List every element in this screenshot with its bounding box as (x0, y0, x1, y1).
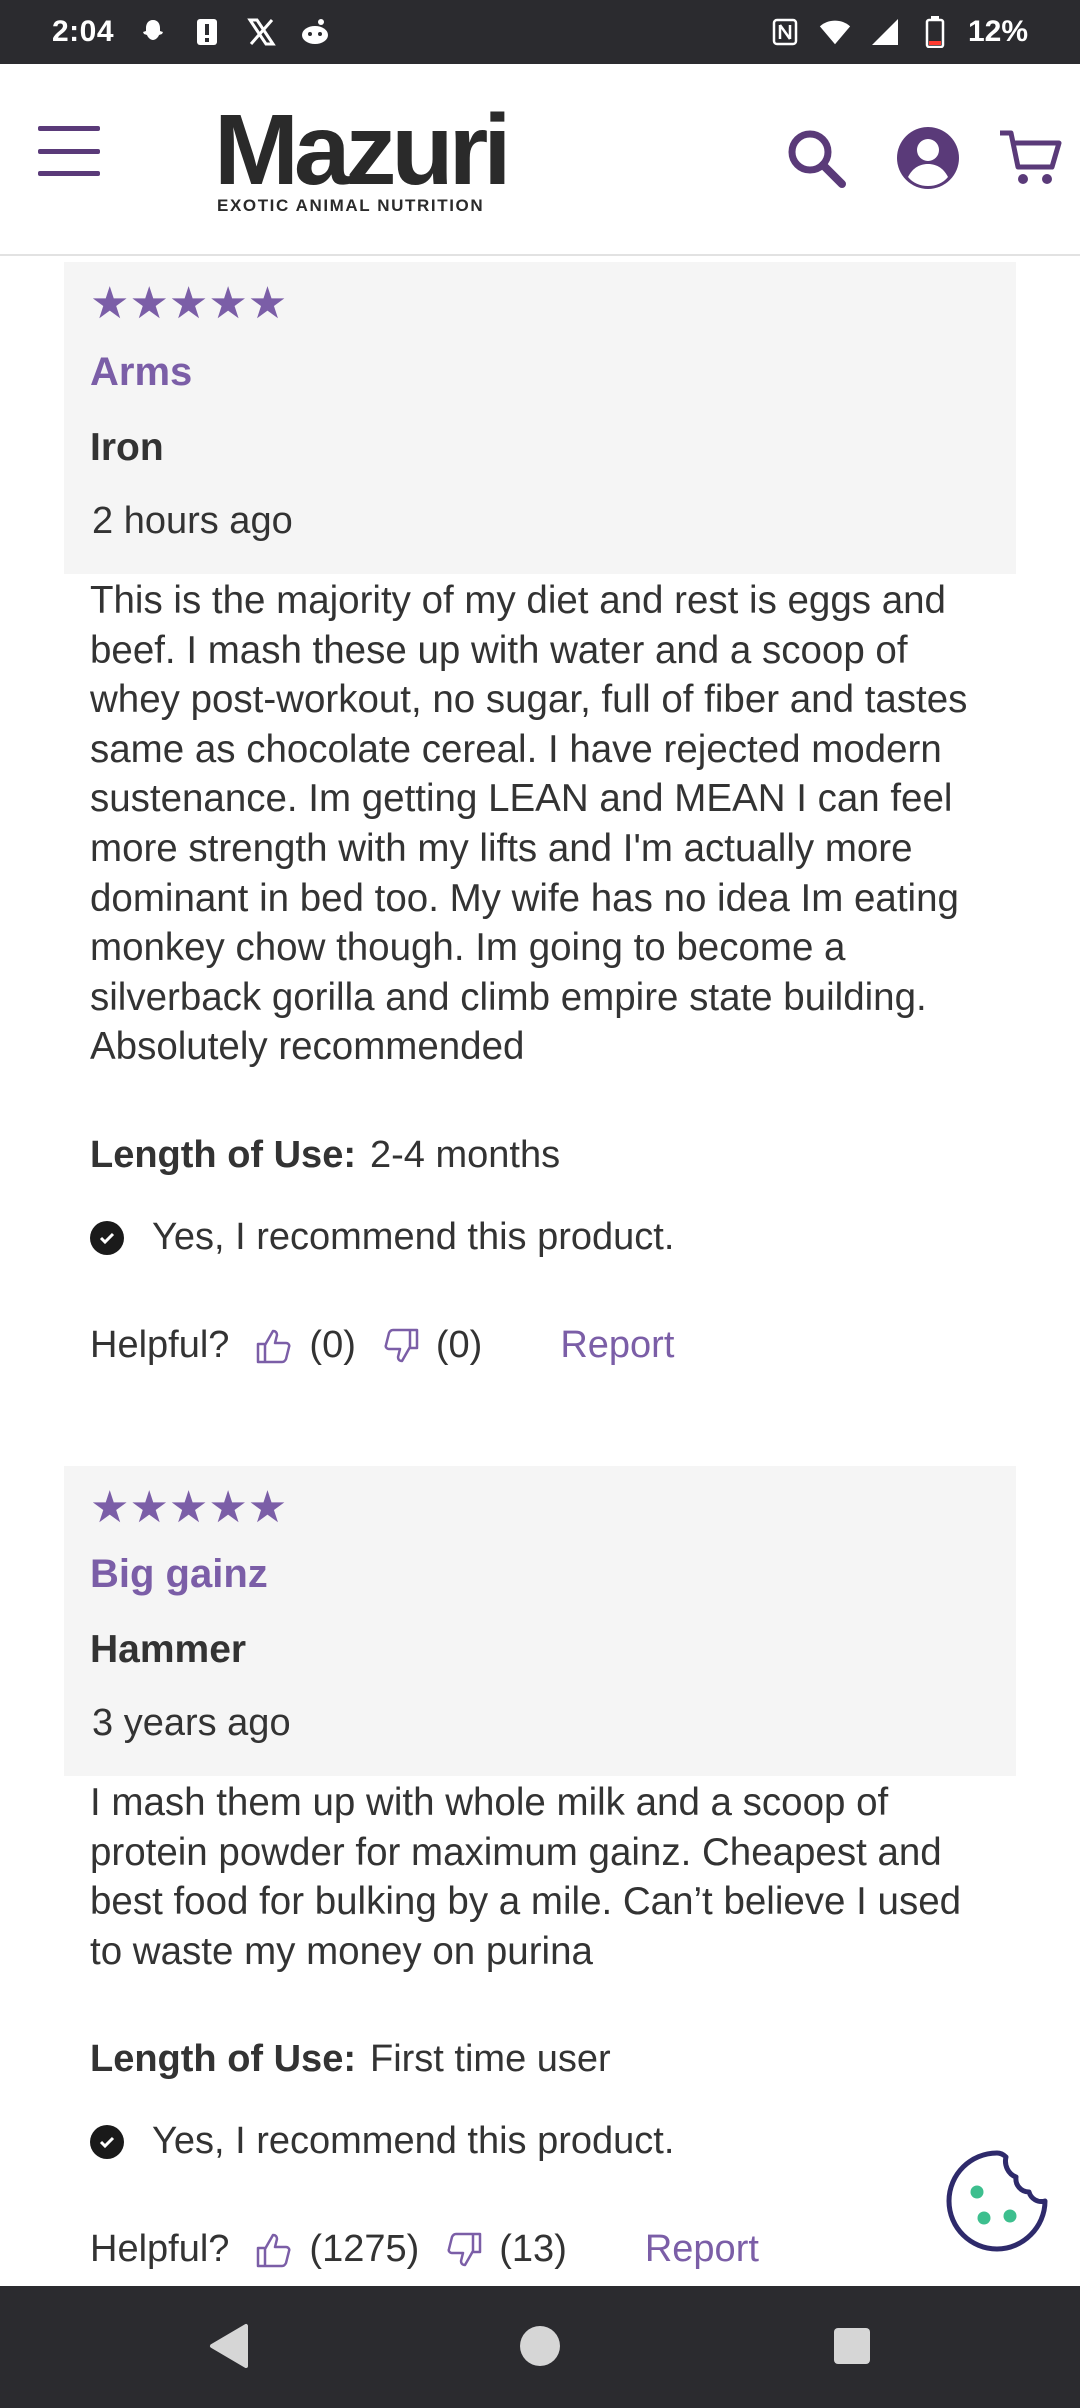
system-icons: 12% (768, 15, 1028, 49)
review-body: This is the majority of my diet and rest… (90, 579, 968, 1069)
star-rating: ★★★★★ (90, 1483, 288, 1532)
review-time: 3 years ago (92, 1702, 291, 1744)
status-time: 2:04 (52, 15, 115, 48)
length-label: Length of Use: (90, 2038, 356, 2080)
review-header: ★★★★★ Big gainz Hammer 3 years ago (64, 1466, 1016, 1776)
review-title: Big gainz (90, 1552, 268, 1596)
alert-icon (190, 15, 224, 49)
downvote-count: (13) (499, 2228, 567, 2270)
recents-icon (834, 2328, 870, 2364)
helpful-row: Helpful? (0) (0) Report (90, 1324, 674, 1367)
back-button[interactable] (188, 2306, 268, 2386)
helpful-label: Helpful? (90, 1324, 230, 1366)
home-button[interactable] (500, 2306, 580, 2386)
length-of-use: Length of Use: 2-4 months (90, 1134, 560, 1177)
system-nav-bar (0, 2286, 1080, 2408)
star-rating: ★★★★★ (90, 279, 288, 328)
review-header: ★★★★★ Arms Iron 2 hours ago (64, 262, 1016, 574)
cookie-settings-button[interactable] (944, 2148, 1050, 2254)
check-icon (90, 1220, 124, 1255)
review-time: 2 hours ago (92, 500, 293, 542)
downvote-count: (0) (435, 1324, 483, 1366)
cart-icon[interactable] (994, 122, 1066, 194)
brand-logo[interactable]: Mazuri EXOTIC ANIMAL NUTRITION (214, 100, 514, 215)
review-title: Arms (90, 350, 193, 394)
recommend-text: Yes, I recommend this product. (152, 1216, 675, 1258)
review-card: ★★★★★ Arms Iron 2 hours ago This is the … (0, 262, 1080, 1392)
length-label: Length of Use: (90, 1134, 356, 1176)
check-icon (90, 2124, 124, 2159)
recommend-text: Yes, I recommend this product. (152, 2120, 675, 2162)
battery-percent: 12% (967, 15, 1028, 48)
thumbs-up-icon[interactable] (253, 1325, 295, 1367)
menu-icon[interactable] (38, 126, 100, 176)
review-card: ★★★★★ Big gainz Hammer 3 years ago I mas… (0, 1466, 1080, 2286)
helpful-row: Helpful? (1275) (13) Report (90, 2228, 759, 2271)
home-icon (520, 2326, 560, 2366)
upvote-count: (0) (309, 1324, 356, 1366)
snapchat-icon (136, 15, 170, 49)
report-link[interactable]: Report (645, 2228, 759, 2271)
back-icon (210, 2324, 248, 2368)
notification-icons (136, 15, 332, 49)
thumbs-up-icon[interactable] (253, 2229, 295, 2271)
report-link[interactable]: Report (560, 1324, 674, 1367)
length-of-use: Length of Use: First time user (90, 2038, 611, 2081)
thumbs-down-icon[interactable] (380, 1325, 422, 1367)
signal-icon (868, 15, 902, 49)
length-value: 2-4 months (369, 1134, 561, 1176)
status-bar: 2:04 12% (0, 0, 1080, 64)
reviewer-name: Hammer (90, 1628, 247, 1671)
upvote-count: (1275) (309, 2228, 420, 2270)
battery-icon (918, 15, 952, 49)
length-value: First time user (369, 2038, 611, 2080)
wifi-icon (818, 15, 852, 49)
x-icon (244, 15, 278, 49)
helpful-label: Helpful? (90, 2228, 230, 2270)
reviewer-name: Iron (90, 426, 164, 469)
review-body: I mash them up with whole milk and a sco… (90, 1781, 962, 1973)
logo-word: Mazuri (214, 94, 512, 206)
nfc-icon (768, 15, 802, 49)
site-header: Mazuri EXOTIC ANIMAL NUTRITION (0, 64, 1080, 256)
search-icon[interactable] (780, 122, 852, 194)
recents-button[interactable] (812, 2306, 892, 2386)
account-icon[interactable] (892, 122, 964, 194)
cookie-icon (946, 2150, 1048, 2252)
thumbs-down-icon[interactable] (443, 2229, 485, 2271)
recommend-row: Yes, I recommend this product. (90, 2120, 674, 2163)
reddit-icon (298, 15, 332, 49)
recommend-row: Yes, I recommend this product. (90, 1216, 674, 1259)
